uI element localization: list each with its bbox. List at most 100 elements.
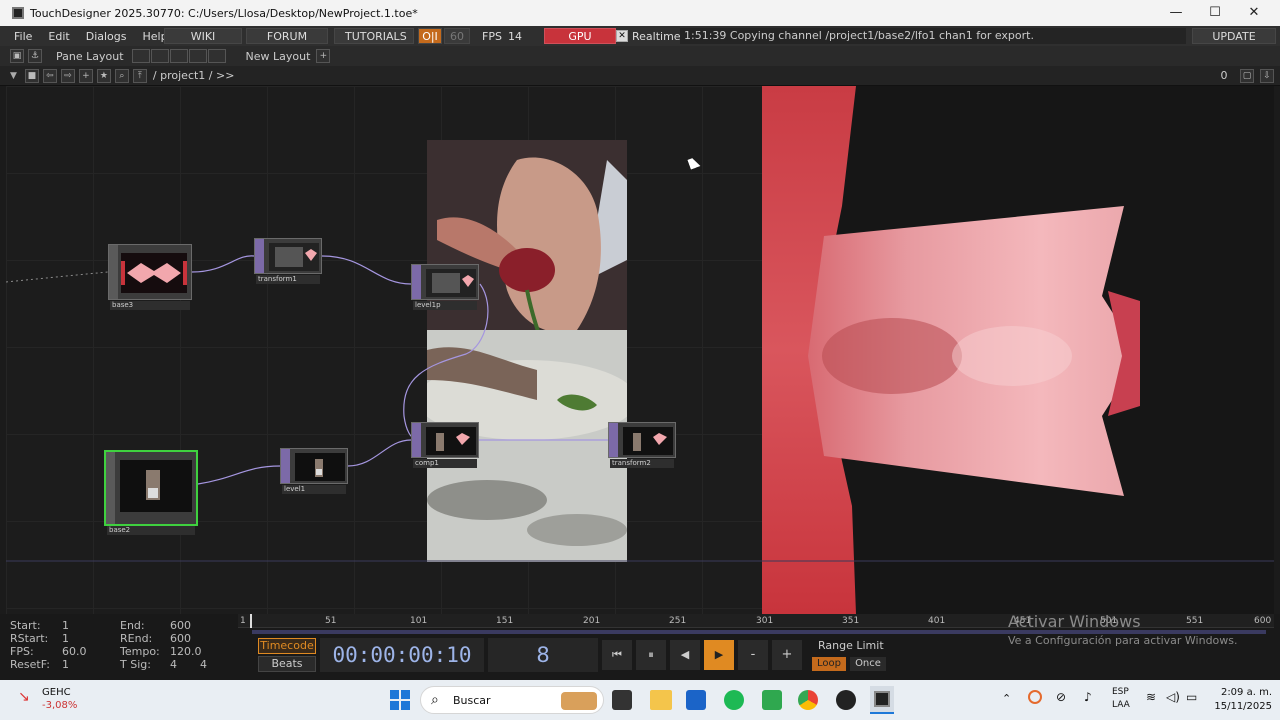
node-level1[interactable]: level1 — [280, 448, 348, 494]
pane-icon[interactable]: ▣ — [10, 49, 24, 63]
plus-button[interactable]: + — [772, 640, 802, 670]
battery-icon[interactable]: ▭ — [1186, 690, 1197, 704]
store-icon[interactable] — [686, 690, 706, 710]
timecode-display[interactable]: 00:00:00:10 — [320, 638, 484, 672]
node-base3[interactable]: base3 — [108, 244, 192, 310]
stock-name[interactable]: GEHC — [42, 687, 71, 698]
node-base2-selected[interactable]: base2 — [104, 450, 198, 535]
pane-layout-label: Pane Layout — [56, 49, 124, 63]
layout-three-icon[interactable] — [207, 49, 226, 63]
end-value[interactable]: 600 — [170, 620, 191, 632]
language-secondary[interactable]: LAA — [1112, 700, 1130, 710]
layout-split-v-icon[interactable] — [169, 49, 188, 63]
obs-icon[interactable] — [836, 690, 856, 710]
search-icon[interactable]: ⌕ — [114, 68, 129, 83]
rend-value[interactable]: 600 — [170, 633, 191, 645]
touchdesigner-logo-icon — [12, 7, 24, 19]
back-icon[interactable]: ⇦ — [42, 68, 57, 83]
play-icon[interactable]: ▶ — [704, 640, 734, 670]
node-strip — [255, 239, 264, 273]
home-icon[interactable]: ⚓ — [28, 49, 42, 63]
task-view-icon[interactable] — [612, 690, 632, 710]
taskbar-search[interactable]: ⌕ Buscar — [420, 686, 604, 714]
resetf-value[interactable]: 1 — [62, 659, 69, 671]
sync-icon[interactable] — [1028, 690, 1042, 704]
touchdesigner-taskbar-icon[interactable] — [870, 686, 894, 714]
pause-icon[interactable]: ⏸ — [636, 640, 666, 670]
node-label: base2 — [107, 526, 195, 535]
menu-file[interactable]: File — [6, 30, 40, 43]
fps-target[interactable]: 60 — [444, 28, 470, 44]
pin-icon[interactable]: ⇩ — [1260, 68, 1274, 83]
layout-single-icon[interactable] — [131, 49, 150, 63]
tick-label: 551 — [1186, 616, 1204, 626]
stop-icon[interactable]: ■ — [24, 68, 39, 83]
once-button[interactable]: Once — [850, 657, 886, 671]
menu-bar: File Edit Dialogs Help WIKI FORUM TUTORI… — [0, 26, 1280, 46]
wifi-icon[interactable]: ≋ — [1146, 690, 1156, 704]
stock-change: -3,08% — [42, 700, 78, 711]
new-layout-label[interactable]: New Layout — [246, 50, 311, 63]
tick-label: 1 — [240, 616, 246, 626]
step-back-icon[interactable]: ◀ — [670, 640, 700, 670]
excel-like-icon[interactable] — [762, 690, 782, 710]
microphone-icon[interactable]: ♪ — [1084, 690, 1092, 704]
node-transform2[interactable]: transform2 — [608, 422, 676, 468]
forward-icon[interactable]: ⇨ — [60, 68, 75, 83]
panel-icon[interactable]: ▢ — [1240, 68, 1254, 83]
fps-stat-value[interactable]: 60.0 — [62, 646, 87, 658]
layout-split-h-icon[interactable] — [150, 49, 169, 63]
rstart-value[interactable]: 1 — [62, 633, 69, 645]
node-comp1[interactable]: comp1 — [411, 422, 479, 468]
rewind-icon[interactable]: ⏮ — [602, 640, 632, 670]
stock-trend-icon[interactable]: ↘ — [18, 690, 36, 704]
network-editor[interactable]: base3 transform1 level1p base2 level1 co… — [6, 86, 1274, 614]
node-thumbnail — [269, 243, 319, 271]
add-layout-button[interactable]: + — [316, 49, 331, 63]
chevron-up-icon[interactable]: ⌃ — [1002, 692, 1011, 705]
star-icon[interactable]: ★ — [96, 68, 111, 83]
tsig-value-b[interactable]: 4 — [200, 659, 207, 671]
spotify-icon[interactable] — [724, 690, 744, 710]
timecode-button[interactable]: Timecode — [258, 638, 316, 654]
frame-display[interactable]: 8 — [488, 638, 598, 672]
start-value[interactable]: 1 — [62, 620, 69, 632]
loop-button[interactable]: Loop — [812, 657, 846, 671]
update-button[interactable]: UPDATE — [1192, 28, 1276, 44]
windows-start-icon[interactable] — [390, 690, 410, 710]
volume-icon[interactable]: ◁) — [1166, 690, 1180, 704]
network-path[interactable]: / project1 / >> — [153, 69, 235, 82]
playhead[interactable] — [250, 614, 252, 628]
beats-button[interactable]: Beats — [258, 656, 316, 672]
oi-button[interactable]: O|I — [418, 28, 442, 44]
tick-label: 151 — [496, 616, 514, 626]
realtime-checkbox[interactable]: ✕ — [616, 30, 628, 42]
tutorials-button[interactable]: TUTORIALS — [334, 28, 414, 44]
clock-date[interactable]: 15/11/2025 — [1208, 701, 1272, 712]
node-level1p[interactable]: level1p — [411, 264, 479, 310]
file-explorer-icon[interactable] — [650, 690, 672, 710]
clock-time[interactable]: 2:09 a. m. — [1216, 687, 1272, 698]
tsig-value-a[interactable]: 4 — [170, 659, 177, 671]
menu-edit[interactable]: Edit — [40, 30, 77, 43]
dropdown-arrow-icon[interactable]: ▼ — [10, 71, 17, 81]
forum-button[interactable]: FORUM — [246, 28, 328, 44]
minus-button[interactable]: - — [738, 640, 768, 670]
gpu-button[interactable]: GPU — [544, 28, 616, 44]
language-primary[interactable]: ESP — [1112, 687, 1129, 697]
minimize-button[interactable]: — — [1156, 0, 1196, 26]
resetf-label: ResetF: — [10, 658, 50, 671]
tempo-value[interactable]: 120.0 — [170, 646, 202, 658]
node-strip — [412, 265, 421, 299]
chrome-icon[interactable] — [798, 690, 818, 710]
maximize-button[interactable]: ☐ — [1195, 0, 1235, 26]
node-transform1[interactable]: transform1 — [254, 238, 322, 284]
network-off-icon[interactable]: ⊘ — [1056, 690, 1066, 704]
menu-dialogs[interactable]: Dialogs — [78, 30, 135, 43]
layout-quad-icon[interactable] — [188, 49, 207, 63]
close-button[interactable]: ✕ — [1234, 0, 1274, 26]
wiki-button[interactable]: WIKI — [164, 28, 242, 44]
add-icon[interactable]: + — [78, 68, 93, 83]
parent-icon[interactable]: ⤒ — [132, 68, 147, 83]
node-thumbnail — [121, 253, 187, 293]
